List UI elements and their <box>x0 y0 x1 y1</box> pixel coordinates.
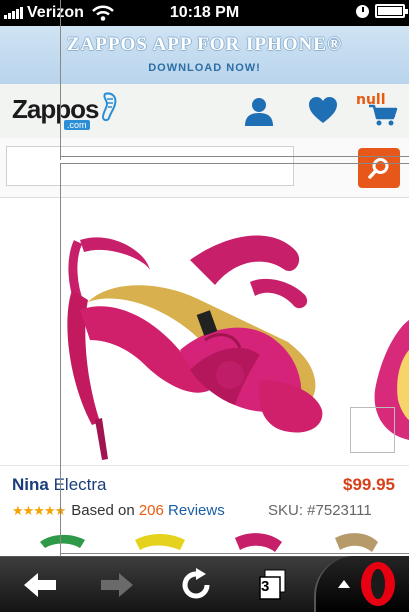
zappos-logo[interactable]: Zappos .com <box>12 92 119 130</box>
product-name: Electra <box>53 475 107 494</box>
opera-menu-button[interactable] <box>314 556 409 612</box>
overlay-guide-line <box>60 163 61 556</box>
overlay-guide-line <box>60 163 409 164</box>
overlay-guide-line <box>60 553 409 554</box>
reviews-link[interactable]: Reviews <box>168 502 225 519</box>
swatch-pink[interactable] <box>235 533 282 552</box>
product-brand[interactable]: Nina <box>12 475 49 494</box>
reviews-prefix: Based on <box>71 502 135 519</box>
banner-title: ZAPPOS APP FOR IPHONE® <box>66 34 343 55</box>
back-arrow-icon <box>24 573 56 597</box>
battery-icon <box>375 4 408 18</box>
overlay-guide-line <box>60 0 61 160</box>
opera-logo-icon <box>338 562 395 606</box>
banner-download-link[interactable]: DOWNLOAD NOW! <box>0 62 409 74</box>
status-bar: Verizon 10:18 PM <box>0 0 409 26</box>
tabs-button[interactable]: 3 <box>250 566 294 604</box>
search-input[interactable] <box>6 146 294 186</box>
site-header: Zappos .com <box>0 84 409 138</box>
review-count[interactable]: 206 <box>139 502 164 519</box>
logo-shoe-icon <box>102 92 117 122</box>
logo-domain: .com <box>64 120 90 130</box>
search-bar <box>0 138 409 198</box>
swatch-green[interactable] <box>40 534 85 548</box>
swatch-gold[interactable] <box>335 533 378 552</box>
forward-button[interactable] <box>95 566 139 604</box>
shopping-cart-icon[interactable] <box>368 104 398 126</box>
carrier-name: Verizon <box>27 4 84 21</box>
image-zoom-frame[interactable] <box>350 407 395 453</box>
wifi-icon <box>92 5 114 21</box>
rating-stars-icon: ★★★★★ <box>12 502 66 518</box>
back-button[interactable] <box>18 566 62 604</box>
tab-count: 3 <box>261 578 270 595</box>
favorites-heart-icon[interactable] <box>308 96 338 124</box>
search-button[interactable] <box>358 148 400 188</box>
forward-arrow-icon <box>101 573 133 597</box>
product-sku: SKU: #7523111 <box>268 502 372 519</box>
reload-button[interactable] <box>174 566 218 604</box>
app-promo-banner[interactable]: ZAPPOS APP FOR IPHONE® DOWNLOAD NOW! <box>0 26 409 84</box>
swatch-yellow[interactable] <box>135 534 185 550</box>
product-rating[interactable]: ★★★★★ Based on 206 Reviews <box>12 502 225 519</box>
alarm-clock-icon <box>356 4 369 18</box>
product-price: $99.95 <box>343 475 395 494</box>
product-image[interactable] <box>50 230 330 462</box>
account-icon[interactable] <box>243 96 275 126</box>
color-swatch-strip[interactable] <box>0 528 409 556</box>
signal-strength-icon <box>4 7 23 19</box>
search-icon <box>368 158 389 179</box>
overlay-guide-line <box>60 156 409 157</box>
reload-icon <box>182 568 210 599</box>
